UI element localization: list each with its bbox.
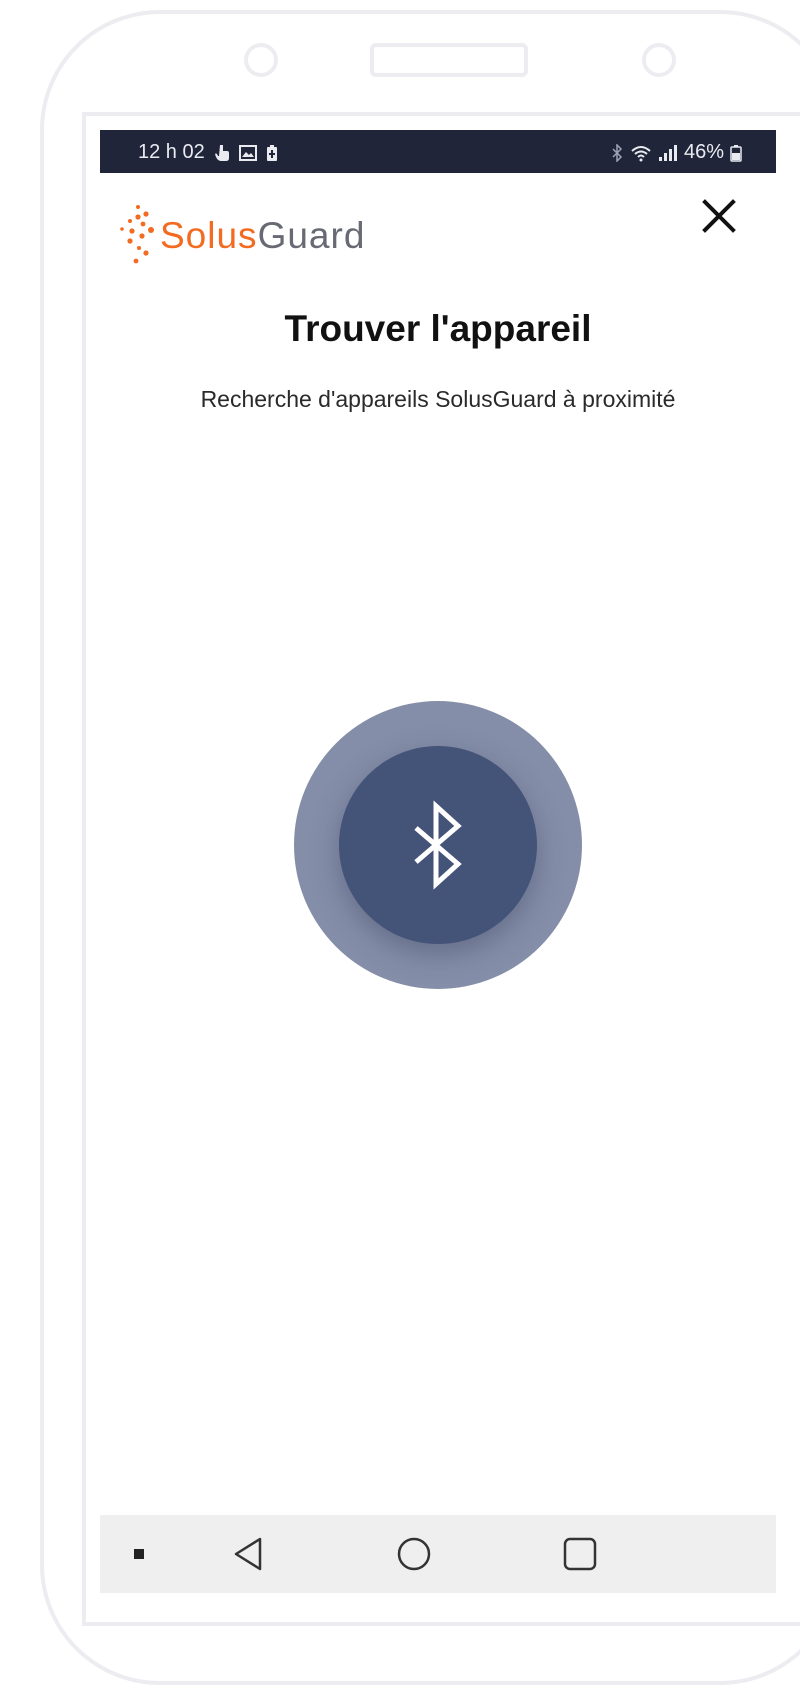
- recents-icon: [563, 1537, 597, 1571]
- status-bar: 12 h 02 46%: [100, 130, 776, 173]
- image-icon: [238, 144, 257, 161]
- home-icon: [397, 1537, 431, 1571]
- bluetooth-scan-indicator: [339, 746, 537, 944]
- status-left: 12 h 02: [138, 141, 278, 164]
- close-icon: [702, 199, 736, 233]
- logo-guard: Guard: [257, 214, 366, 256]
- logo-wordmark: SolusGuard: [160, 217, 365, 254]
- signal-icon: [658, 144, 677, 161]
- nav-home-button[interactable]: [384, 1515, 444, 1593]
- page-title: Trouver l'appareil: [284, 308, 592, 349]
- logo-dots-icon: [120, 205, 154, 264]
- nav-recents-button[interactable]: [550, 1515, 610, 1593]
- battery-saver-icon: [266, 144, 277, 161]
- logo-solus: Solus: [160, 214, 258, 256]
- earpiece-speaker: [370, 43, 528, 77]
- nav-dot: [125, 1515, 153, 1593]
- phone-screen: 12 h 02 46% SolusGuard Trouver l'apparei…: [100, 130, 776, 1593]
- status-time: 12 h 02: [138, 141, 205, 163]
- bluetooth-icon: [414, 800, 462, 890]
- nav-back-button[interactable]: [218, 1515, 278, 1593]
- solusguard-logo: SolusGuard: [116, 203, 365, 267]
- battery-percent: 46%: [683, 141, 724, 163]
- front-camera-right: [642, 43, 676, 77]
- close-button[interactable]: [696, 193, 742, 239]
- page-subtitle: Recherche d'appareils SolusGuard à proxi…: [200, 386, 676, 412]
- back-icon: [234, 1537, 262, 1571]
- battery-icon: [730, 144, 742, 162]
- front-camera-left: [244, 43, 278, 77]
- touch-icon: [214, 144, 229, 161]
- bluetooth-status-icon: [612, 143, 623, 162]
- dot-icon: [134, 1549, 144, 1559]
- android-nav-bar: [100, 1515, 776, 1593]
- app-header: SolusGuard: [100, 173, 776, 273]
- status-right: 46%: [610, 141, 742, 164]
- wifi-icon: [631, 145, 651, 161]
